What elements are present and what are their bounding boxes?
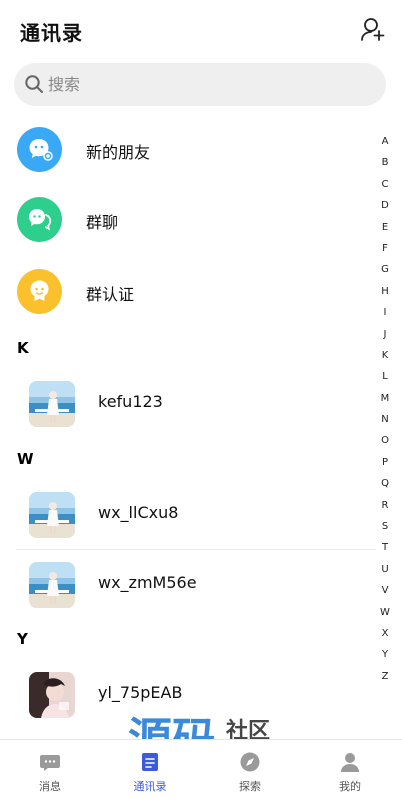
page-title: 通讯录 bbox=[20, 21, 83, 45]
tab-bar: 消息 通讯录 探索 我的 bbox=[0, 739, 402, 799]
new-friends-avatar bbox=[17, 127, 62, 172]
index-letter-r[interactable]: R bbox=[378, 495, 392, 516]
group-chat-label: 群聊 bbox=[86, 213, 119, 232]
avatar bbox=[29, 562, 75, 608]
index-letter-i[interactable]: I bbox=[378, 302, 392, 323]
group-chat-entry[interactable]: 群聊 bbox=[0, 185, 370, 255]
tab-label: 探索 bbox=[239, 780, 261, 793]
index-letter-n[interactable]: N bbox=[378, 409, 392, 430]
contact-name: wx_zmM56e bbox=[98, 573, 197, 592]
index-letter-k[interactable]: K bbox=[378, 345, 392, 366]
index-letter-c[interactable]: C bbox=[378, 174, 392, 195]
contact-name: yl_75pEAB bbox=[98, 683, 183, 702]
tab-profile[interactable]: 我的 bbox=[310, 740, 390, 799]
index-letter-q[interactable]: Q bbox=[378, 473, 392, 494]
index-letter-s[interactable]: S bbox=[378, 516, 392, 537]
tab-label: 通讯录 bbox=[133, 780, 167, 793]
index-letter-g[interactable]: G bbox=[378, 259, 392, 280]
index-letter-b[interactable]: B bbox=[378, 152, 392, 173]
tab-messages[interactable]: 消息 bbox=[10, 740, 90, 799]
section-header-y: Y bbox=[17, 630, 28, 648]
search-bar[interactable] bbox=[14, 63, 386, 106]
index-letter-z[interactable]: Z bbox=[378, 666, 392, 687]
avatar bbox=[29, 672, 75, 718]
search-input[interactable] bbox=[48, 63, 368, 106]
chat-plus-icon bbox=[29, 139, 53, 161]
new-friends-label: 新的朋友 bbox=[86, 143, 151, 162]
group-verify-avatar bbox=[17, 269, 62, 314]
message-icon bbox=[40, 755, 60, 771]
contact-row[interactable]: yl_75pEAB bbox=[0, 659, 370, 731]
index-letter-h[interactable]: H bbox=[378, 281, 392, 302]
group-chat-icon bbox=[29, 209, 52, 231]
index-letter-a[interactable]: A bbox=[378, 131, 392, 152]
add-user-icon[interactable] bbox=[360, 16, 386, 42]
index-letter-t[interactable]: T bbox=[378, 537, 392, 558]
alphabet-index[interactable]: ABCDEFGHIJKLMNOPQRSTUVWXYZ bbox=[378, 131, 392, 687]
search-icon bbox=[25, 75, 43, 93]
contacts-icon bbox=[142, 753, 158, 771]
tab-explore[interactable]: 探索 bbox=[210, 740, 290, 799]
index-letter-v[interactable]: V bbox=[378, 580, 392, 601]
tab-label: 消息 bbox=[39, 780, 61, 793]
contact-row[interactable]: kefu123 bbox=[0, 368, 370, 440]
index-letter-w[interactable]: W bbox=[378, 602, 392, 623]
compass-icon bbox=[240, 752, 260, 772]
index-letter-j[interactable]: J bbox=[378, 324, 392, 345]
index-letter-p[interactable]: P bbox=[378, 452, 392, 473]
index-letter-l[interactable]: L bbox=[378, 366, 392, 387]
index-letter-m[interactable]: M bbox=[378, 388, 392, 409]
tab-label: 我的 bbox=[339, 780, 361, 793]
index-letter-e[interactable]: E bbox=[378, 217, 392, 238]
contact-name: wx_llCxu8 bbox=[98, 503, 179, 522]
index-letter-x[interactable]: X bbox=[378, 623, 392, 644]
header: 通讯录 bbox=[0, 0, 402, 60]
contact-row[interactable]: wx_zmM56e bbox=[0, 549, 370, 621]
group-chat-avatar bbox=[17, 197, 62, 242]
tab-contacts[interactable]: 通讯录 bbox=[110, 740, 190, 799]
index-letter-u[interactable]: U bbox=[378, 559, 392, 580]
index-letter-o[interactable]: O bbox=[378, 430, 392, 451]
index-letter-f[interactable]: F bbox=[378, 238, 392, 259]
badge-icon bbox=[30, 280, 49, 301]
group-verify-label: 群认证 bbox=[86, 285, 135, 304]
contact-row[interactable]: wx_llCxu8 bbox=[0, 479, 370, 551]
index-letter-d[interactable]: D bbox=[378, 195, 392, 216]
section-header-k: K bbox=[17, 339, 29, 357]
new-friends-entry[interactable]: 新的朋友 bbox=[0, 115, 370, 185]
section-header-w: W bbox=[17, 450, 34, 468]
profile-icon bbox=[341, 753, 359, 772]
avatar bbox=[29, 492, 75, 538]
avatar bbox=[29, 381, 75, 427]
contact-name: kefu123 bbox=[98, 392, 163, 411]
index-letter-y[interactable]: Y bbox=[378, 644, 392, 665]
group-verify-entry[interactable]: 群认证 bbox=[0, 257, 370, 327]
